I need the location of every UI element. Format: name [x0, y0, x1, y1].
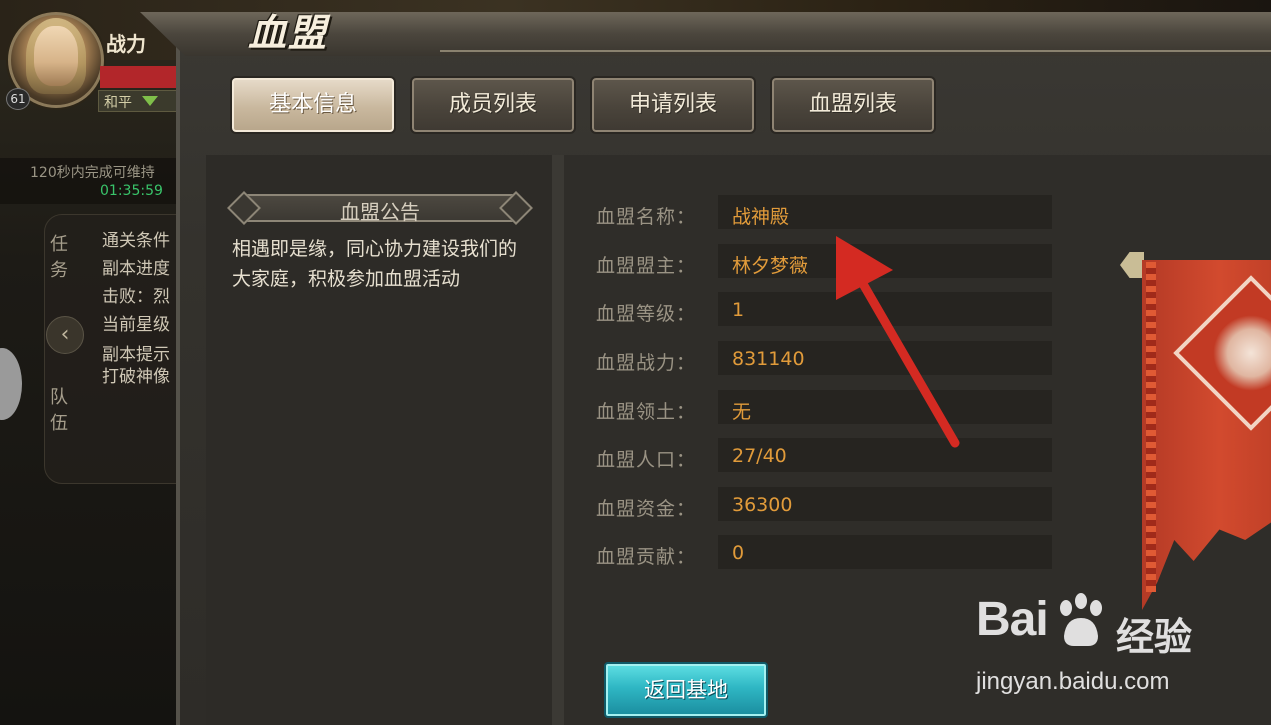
task-line: 当前星级: [102, 315, 170, 335]
guild-power-value: 831140: [732, 348, 805, 370]
info-label-contribution: 血盟贡献：: [596, 546, 697, 568]
watermark-suffix: 经验: [1116, 615, 1193, 659]
guild-name-value: 战神殿: [732, 206, 790, 228]
tab-application-list[interactable]: 申请列表: [590, 76, 756, 134]
tab-guild-list[interactable]: 血盟列表: [770, 76, 936, 134]
info-label-power: 血盟战力：: [596, 352, 697, 374]
info-label-population: 血盟人口：: [596, 449, 697, 471]
task-tab[interactable]: 任务: [50, 232, 70, 284]
tab-label: 申请列表: [628, 92, 717, 117]
tab-label: 血盟列表: [808, 92, 897, 117]
tab-member-list[interactable]: 成员列表: [410, 76, 576, 134]
team-tab[interactable]: 队伍: [50, 385, 70, 437]
pk-mode-label: 和平: [104, 95, 132, 111]
info-label-funds: 血盟资金：: [596, 498, 697, 520]
guild-level-value: 1: [732, 299, 745, 321]
info-label-name: 血盟名称：: [596, 206, 697, 228]
power-label: 战力: [106, 32, 146, 56]
info-value-box: [718, 535, 1052, 569]
tab-basic-info[interactable]: 基本信息: [230, 76, 396, 134]
info-label-territory: 血盟领土：: [596, 401, 697, 423]
info-value-box: [718, 292, 1052, 326]
info-label-level: 血盟等级：: [596, 303, 697, 325]
notice-body: 相遇即是缘，同心协力建设我们的大家庭，积极参加血盟活动: [232, 238, 518, 290]
task-line: 通关条件: [102, 231, 170, 251]
return-base-button[interactable]: 返回基地: [604, 662, 768, 718]
player-level-badge: 61: [6, 88, 30, 110]
watermark-logo-text: Bai: [976, 593, 1049, 646]
health-bar: [100, 66, 180, 88]
task-line: 打破神像: [102, 367, 170, 387]
banner-fringe: [1146, 262, 1156, 592]
paw-icon: [1060, 593, 1102, 646]
guild-leader-value: 林夕梦薇: [732, 255, 809, 277]
guild-contribution-value: 0: [732, 542, 745, 564]
task-line: 击败：烈: [102, 287, 170, 307]
chevron-down-icon[interactable]: [142, 96, 158, 106]
notice-title: 血盟公告: [340, 200, 420, 224]
task-line: 副本进度: [102, 259, 170, 279]
info-value-box: [718, 390, 1052, 424]
avatar-face: [34, 26, 78, 86]
panel-title: 血盟: [248, 10, 329, 55]
header-divider: [440, 50, 1271, 52]
countdown-timer: 01:35:59: [100, 183, 163, 199]
collapse-arrow-icon[interactable]: ‹: [46, 316, 84, 354]
watermark-url: jingyan.baidu.com: [976, 668, 1170, 695]
column-divider: [552, 155, 564, 725]
tab-label: 基本信息: [268, 92, 357, 117]
guild-territory-value: 无: [732, 401, 752, 423]
guild-funds-value: 36300: [732, 494, 793, 516]
info-label-leader: 血盟盟主：: [596, 255, 697, 277]
tab-label: 成员列表: [448, 92, 537, 117]
timer-hint: 120秒内完成可维持: [30, 165, 155, 181]
guild-population-value: 27/40: [732, 445, 787, 467]
